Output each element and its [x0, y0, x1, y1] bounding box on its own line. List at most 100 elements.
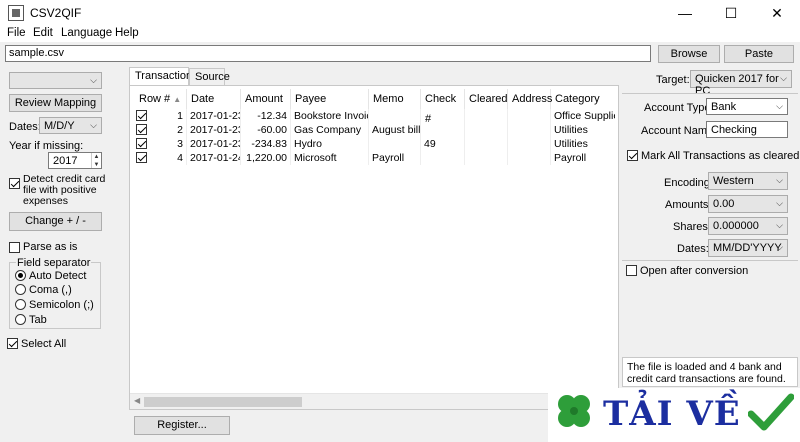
amounts-format-value: 0.00: [713, 198, 735, 210]
tab-transactions[interactable]: Transactions: [129, 67, 198, 86]
dates-format-select[interactable]: M/D/Y ⌵: [39, 117, 102, 134]
select-all-label: Select All: [21, 338, 67, 350]
row-memo: August bill: [369, 123, 421, 137]
horizontal-scrollbar[interactable]: ◀ ▶: [130, 393, 618, 409]
separator-semicolon-label: Semicolon (;): [29, 299, 94, 311]
row-date: 2017-01-23: [187, 123, 241, 137]
column-row-number[interactable]: Row # ▲: [135, 89, 187, 109]
row-amount: -60.00: [241, 123, 291, 137]
encoding-value: Western: [713, 175, 754, 187]
amounts-label: Amounts:: [665, 199, 712, 211]
separator-auto-radio[interactable]: [15, 270, 26, 281]
maximize-icon[interactable]: ☐: [708, 0, 754, 26]
menu-file[interactable]: File: [7, 27, 26, 39]
parse-as-is-label: Parse as is: [23, 241, 78, 253]
column-payee[interactable]: Payee: [291, 89, 369, 109]
review-mapping-button[interactable]: Review Mapping: [9, 94, 102, 112]
row-payee: Microsoft: [291, 151, 369, 165]
row-address: [508, 123, 551, 137]
target-select[interactable]: Quicken 2017 for PC ⌵: [690, 70, 792, 97]
row-checkbox[interactable]: [136, 152, 147, 163]
app-icon: [8, 5, 24, 21]
column-address[interactable]: Address: [508, 89, 552, 109]
row-checkbox[interactable]: [136, 124, 147, 135]
row-date: 2017-01-24: [187, 151, 241, 165]
column-cleared[interactable]: Cleared: [465, 89, 508, 109]
row-amount: -12.34: [241, 109, 291, 123]
detect-credit-checkbox[interactable]: [9, 178, 20, 189]
menu-language[interactable]: Language: [61, 27, 112, 39]
row-check: 49: [421, 137, 465, 151]
row-category: Utilities: [554, 138, 588, 150]
file-path-input[interactable]: sample.csv: [5, 45, 651, 62]
row-memo: [369, 137, 421, 151]
row-checkbox[interactable]: [136, 138, 147, 149]
row-amount: -234.83: [241, 137, 291, 151]
register-button[interactable]: Register...: [134, 416, 230, 435]
separator-tab-radio[interactable]: [15, 314, 26, 325]
open-after-checkbox[interactable]: [626, 265, 637, 276]
watermark-logo: TẢI VỀ: [548, 388, 800, 442]
account-name-input[interactable]: Checking: [706, 121, 788, 138]
row-check: [421, 123, 465, 137]
target-label: Target:: [656, 74, 690, 86]
row-cleared: [465, 151, 508, 165]
row-amount: 1,220.00: [241, 151, 291, 165]
select-all-checkbox[interactable]: [7, 338, 18, 349]
column-category[interactable]: Category: [551, 89, 615, 109]
status-message: The file is loaded and 4 bank and credit…: [622, 357, 798, 387]
row-address: [508, 137, 551, 151]
menu-help[interactable]: Help: [115, 27, 139, 39]
row-number: 3: [151, 137, 187, 151]
spin-arrows-icon[interactable]: ▲ ▼: [91, 153, 101, 168]
mapping-select[interactable]: ⌵: [9, 72, 102, 89]
browse-button[interactable]: Browse: [658, 45, 720, 63]
row-date: 2017-01-23: [187, 137, 241, 151]
row-check: [421, 109, 465, 123]
scroll-thumb[interactable]: [144, 397, 302, 407]
close-icon[interactable]: ✕: [754, 0, 800, 26]
row-checkbox[interactable]: [136, 110, 147, 121]
tab-source[interactable]: Source: [189, 68, 230, 85]
dates-out-select[interactable]: MM/DD'YYYY ⌵: [708, 239, 788, 257]
divider: [622, 260, 798, 261]
row-cleared: [465, 137, 508, 151]
row-number: 2: [151, 123, 187, 137]
shares-format-select[interactable]: 0.000000 ⌵: [708, 217, 788, 235]
column-row-number-label: Row #: [139, 93, 171, 105]
column-date[interactable]: Date: [187, 89, 241, 109]
minimize-icon[interactable]: —: [662, 0, 708, 26]
watermark-text: TẢI VỀ: [603, 394, 741, 434]
encoding-select[interactable]: Western ⌵: [708, 172, 788, 190]
year-stepper[interactable]: 2017 ▲ ▼: [48, 152, 102, 169]
column-amount[interactable]: Amount: [241, 89, 291, 109]
chevron-down-icon: ⌵: [776, 242, 783, 252]
menu-edit[interactable]: Edit: [33, 27, 53, 39]
chevron-down-icon: ⌵: [776, 198, 783, 208]
parse-as-is-checkbox[interactable]: [9, 242, 20, 253]
chevron-down-icon: ⌵: [780, 73, 787, 83]
shares-label: Shares:: [673, 221, 711, 233]
row-address: [508, 151, 551, 165]
row-memo: Payroll: [369, 151, 421, 165]
row-cleared: [465, 109, 508, 123]
account-type-select[interactable]: Bank ⌵: [706, 98, 788, 115]
amounts-format-select[interactable]: 0.00 ⌵: [708, 195, 788, 213]
open-after-label: Open after conversion: [640, 265, 749, 277]
mark-cleared-checkbox[interactable]: [627, 150, 638, 161]
row-cleared: [465, 123, 508, 137]
column-check[interactable]: Check #: [421, 89, 465, 125]
chevron-down-icon: ⌵: [776, 101, 783, 111]
change-sign-button[interactable]: Change + / -: [9, 212, 102, 231]
chevron-down-icon: ⌵: [776, 220, 783, 230]
separator-coma-radio[interactable]: [15, 284, 26, 295]
scroll-left-icon[interactable]: ◀: [134, 396, 140, 405]
dates-label: Dates:: [9, 121, 41, 133]
paste-button[interactable]: Paste: [724, 45, 794, 63]
separator-semicolon-radio[interactable]: [15, 299, 26, 310]
year-label: Year if missing:: [9, 140, 84, 152]
row-category: Office Supplies: [554, 110, 615, 122]
column-memo[interactable]: Memo: [369, 89, 421, 109]
mark-cleared-label: Mark All Transactions as cleared: [641, 150, 800, 162]
separator-auto-label: Auto Detect: [29, 270, 87, 282]
